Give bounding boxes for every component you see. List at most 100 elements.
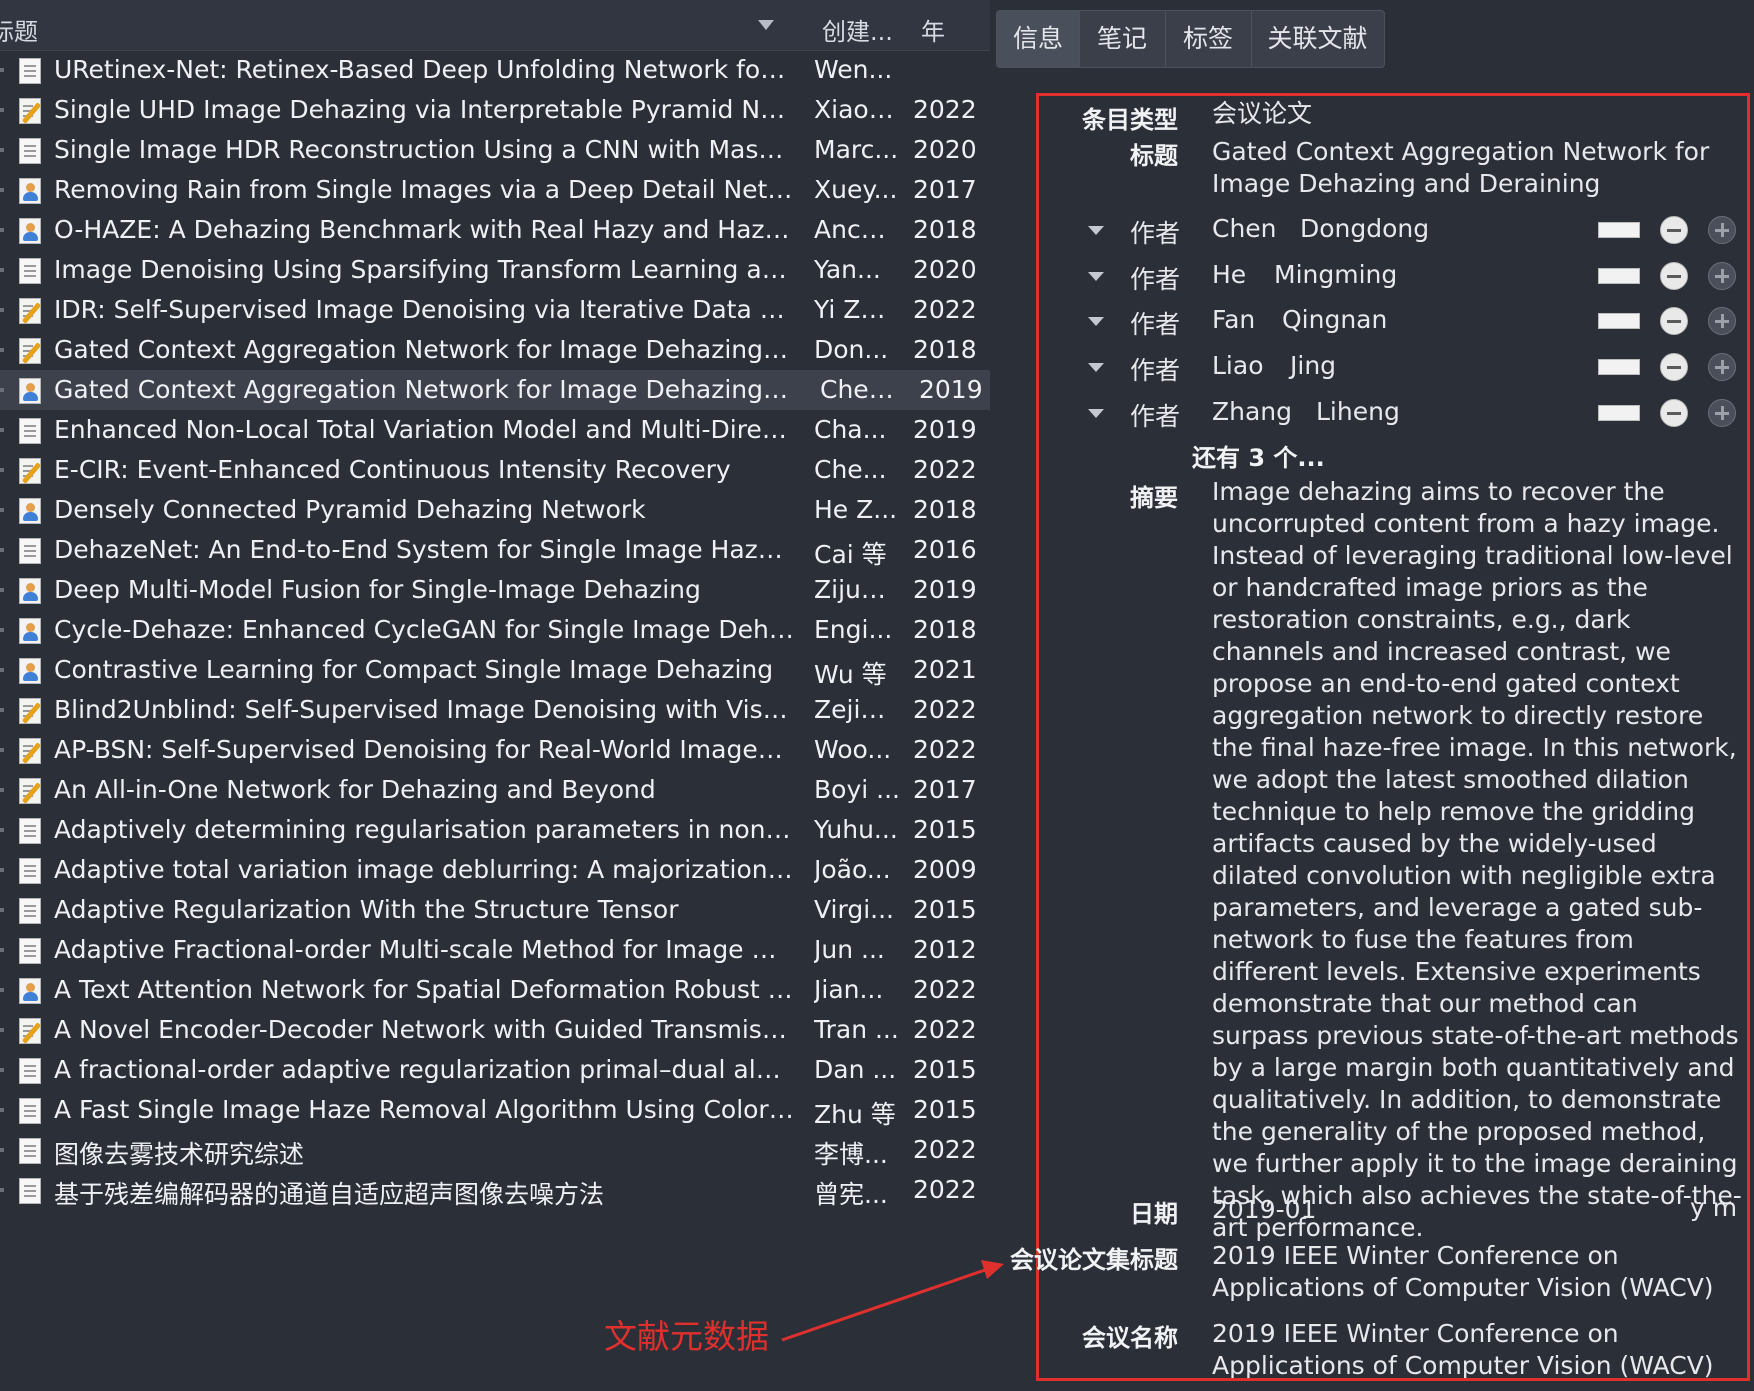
row-expander-icon[interactable] (0, 628, 4, 632)
list-item[interactable]: Deep Multi-Model Fusion for Single-Image… (0, 570, 990, 610)
title-value[interactable]: Gated Context Aggregation Network for Im… (1212, 136, 1712, 200)
row-expander-icon[interactable] (0, 1188, 4, 1192)
author-first-name[interactable]: Dongdong (1300, 214, 1429, 243)
list-item[interactable]: Gated Context Aggregation Network for Im… (0, 370, 990, 410)
row-expander-icon[interactable] (0, 988, 4, 992)
tab-tags[interactable]: 标签 (1165, 11, 1252, 67)
switch-name-mode-icon[interactable] (1598, 313, 1640, 329)
author-expand-icon[interactable] (1088, 226, 1104, 235)
list-item[interactable]: Cycle-Dehaze: Enhanced CycleGAN for Sing… (0, 610, 990, 650)
conference-name-value[interactable]: 2019 IEEE Winter Conference on Applicati… (1212, 1318, 1752, 1378)
row-expander-icon[interactable] (0, 508, 4, 512)
row-expander-icon[interactable] (0, 1148, 4, 1152)
row-expander-icon[interactable] (0, 788, 4, 792)
row-expander-icon[interactable] (0, 1068, 4, 1072)
column-header-title[interactable]: 标题 (0, 12, 38, 47)
list-item[interactable]: Single UHD Image Dehazing via Interpreta… (0, 90, 990, 130)
list-item[interactable]: Single Image HDR Reconstruction Using a … (0, 130, 990, 170)
author-expand-icon[interactable] (1088, 317, 1104, 326)
list-item[interactable]: A Fast Single Image Haze Removal Algorit… (0, 1090, 990, 1130)
column-header-year[interactable]: 年 (921, 12, 945, 47)
add-author-icon[interactable] (1708, 353, 1736, 381)
list-item[interactable]: A fractional-order adaptive regularizati… (0, 1050, 990, 1090)
list-item[interactable]: Enhanced Non-Local Total Variation Model… (0, 410, 990, 450)
row-expander-icon[interactable] (0, 708, 4, 712)
row-expander-icon[interactable] (0, 948, 4, 952)
row-expander-icon[interactable] (0, 828, 4, 832)
row-expander-icon[interactable] (0, 68, 4, 72)
list-item[interactable]: Blind2Unblind: Self-Supervised Image Den… (0, 690, 990, 730)
switch-name-mode-icon[interactable] (1598, 222, 1640, 238)
list-item[interactable]: An All-in-One Network for Dehazing and B… (0, 770, 990, 810)
row-expander-icon[interactable] (0, 1108, 4, 1112)
row-expander-icon[interactable] (0, 468, 4, 472)
row-expander-icon[interactable] (0, 748, 4, 752)
list-item[interactable]: Contrastive Learning for Compact Single … (0, 650, 990, 690)
row-expander-icon[interactable] (0, 1028, 4, 1032)
list-item[interactable]: Image Denoising Using Sparsifying Transf… (0, 250, 990, 290)
abstract-value[interactable]: Image dehazing aims to recover the uncor… (1212, 476, 1742, 1244)
row-expander-icon[interactable] (0, 188, 4, 192)
author-last-name[interactable]: Zhang (1212, 397, 1292, 426)
author-expand-icon[interactable] (1088, 363, 1104, 372)
list-item[interactable]: AP-BSN: Self-Supervised Denoising for Re… (0, 730, 990, 770)
row-expander-icon[interactable] (0, 148, 4, 152)
row-expander-icon[interactable] (0, 348, 4, 352)
author-expand-icon[interactable] (1088, 272, 1104, 281)
row-expander-icon[interactable] (0, 388, 4, 392)
list-item[interactable]: O-HAZE: A Dehazing Benchmark with Real H… (0, 210, 990, 250)
list-item[interactable]: E-CIR: Event-Enhanced Continuous Intensi… (0, 450, 990, 490)
author-type-label[interactable]: 作者 (1130, 305, 1180, 341)
switch-name-mode-icon[interactable] (1598, 405, 1640, 421)
row-expander-icon[interactable] (0, 668, 4, 672)
row-expander-icon[interactable] (0, 588, 4, 592)
list-item[interactable]: 基于残差编解码器的通道自适应超声图像去噪方法 曾宪... 2022 (0, 1170, 990, 1210)
column-header-creator[interactable]: 创建... (822, 12, 893, 47)
remove-author-icon[interactable] (1660, 353, 1688, 381)
switch-name-mode-icon[interactable] (1598, 268, 1640, 284)
date-value[interactable]: 2019-01 (1212, 1194, 1316, 1226)
remove-author-icon[interactable] (1660, 262, 1688, 290)
remove-author-icon[interactable] (1660, 307, 1688, 335)
author-last-name[interactable]: He (1212, 260, 1246, 289)
author-last-name[interactable]: Fan (1212, 305, 1255, 334)
row-expander-icon[interactable] (0, 268, 4, 272)
tab-info[interactable]: 信息 (997, 11, 1080, 67)
list-item[interactable]: Adaptive Fractional-order Multi-scale Me… (0, 930, 990, 970)
row-expander-icon[interactable] (0, 908, 4, 912)
list-item[interactable]: IDR: Self-Supervised Image Denoising via… (0, 290, 990, 330)
item-type-value[interactable]: 会议论文 (1212, 98, 1312, 130)
list-item[interactable]: Gated Context Aggregation Network for Im… (0, 330, 990, 370)
author-first-name[interactable]: Mingming (1274, 260, 1397, 289)
list-item[interactable]: 图像去雾技术研究综述 李博... 2022 (0, 1130, 990, 1170)
row-expander-icon[interactable] (0, 228, 4, 232)
add-author-icon[interactable] (1708, 262, 1736, 290)
author-last-name[interactable]: Chen (1212, 214, 1277, 243)
more-authors-link[interactable]: 还有 3 个... (1192, 438, 1325, 473)
author-type-label[interactable]: 作者 (1130, 351, 1180, 387)
list-item[interactable]: Adaptive Regularization With the Structu… (0, 890, 990, 930)
tab-related[interactable]: 关联文献 (1251, 11, 1384, 67)
author-first-name[interactable]: Liheng (1316, 397, 1400, 426)
add-author-icon[interactable] (1708, 216, 1736, 244)
remove-author-icon[interactable] (1660, 216, 1688, 244)
list-item[interactable]: DehazeNet: An End-to-End System for Sing… (0, 530, 990, 570)
author-first-name[interactable]: Qingnan (1282, 305, 1387, 334)
list-item[interactable]: Adaptive total variation image deblurrin… (0, 850, 990, 890)
author-type-label[interactable]: 作者 (1130, 214, 1180, 250)
add-author-icon[interactable] (1708, 307, 1736, 335)
row-expander-icon[interactable] (0, 108, 4, 112)
list-item[interactable]: Removing Rain from Single Images via a D… (0, 170, 990, 210)
tab-notes[interactable]: 笔记 (1079, 11, 1166, 67)
author-last-name[interactable]: Liao (1212, 351, 1264, 380)
list-item[interactable]: URetinex-Net: Retinex-Based Deep Unfoldi… (0, 50, 990, 90)
author-first-name[interactable]: Jing (1290, 351, 1336, 380)
row-expander-icon[interactable] (0, 428, 4, 432)
remove-author-icon[interactable] (1660, 399, 1688, 427)
row-expander-icon[interactable] (0, 868, 4, 872)
add-author-icon[interactable] (1708, 399, 1736, 427)
author-type-label[interactable]: 作者 (1130, 397, 1180, 433)
author-type-label[interactable]: 作者 (1130, 260, 1180, 296)
list-item[interactable]: Adaptively determining regularisation pa… (0, 810, 990, 850)
sort-arrow-icon[interactable] (758, 20, 774, 30)
